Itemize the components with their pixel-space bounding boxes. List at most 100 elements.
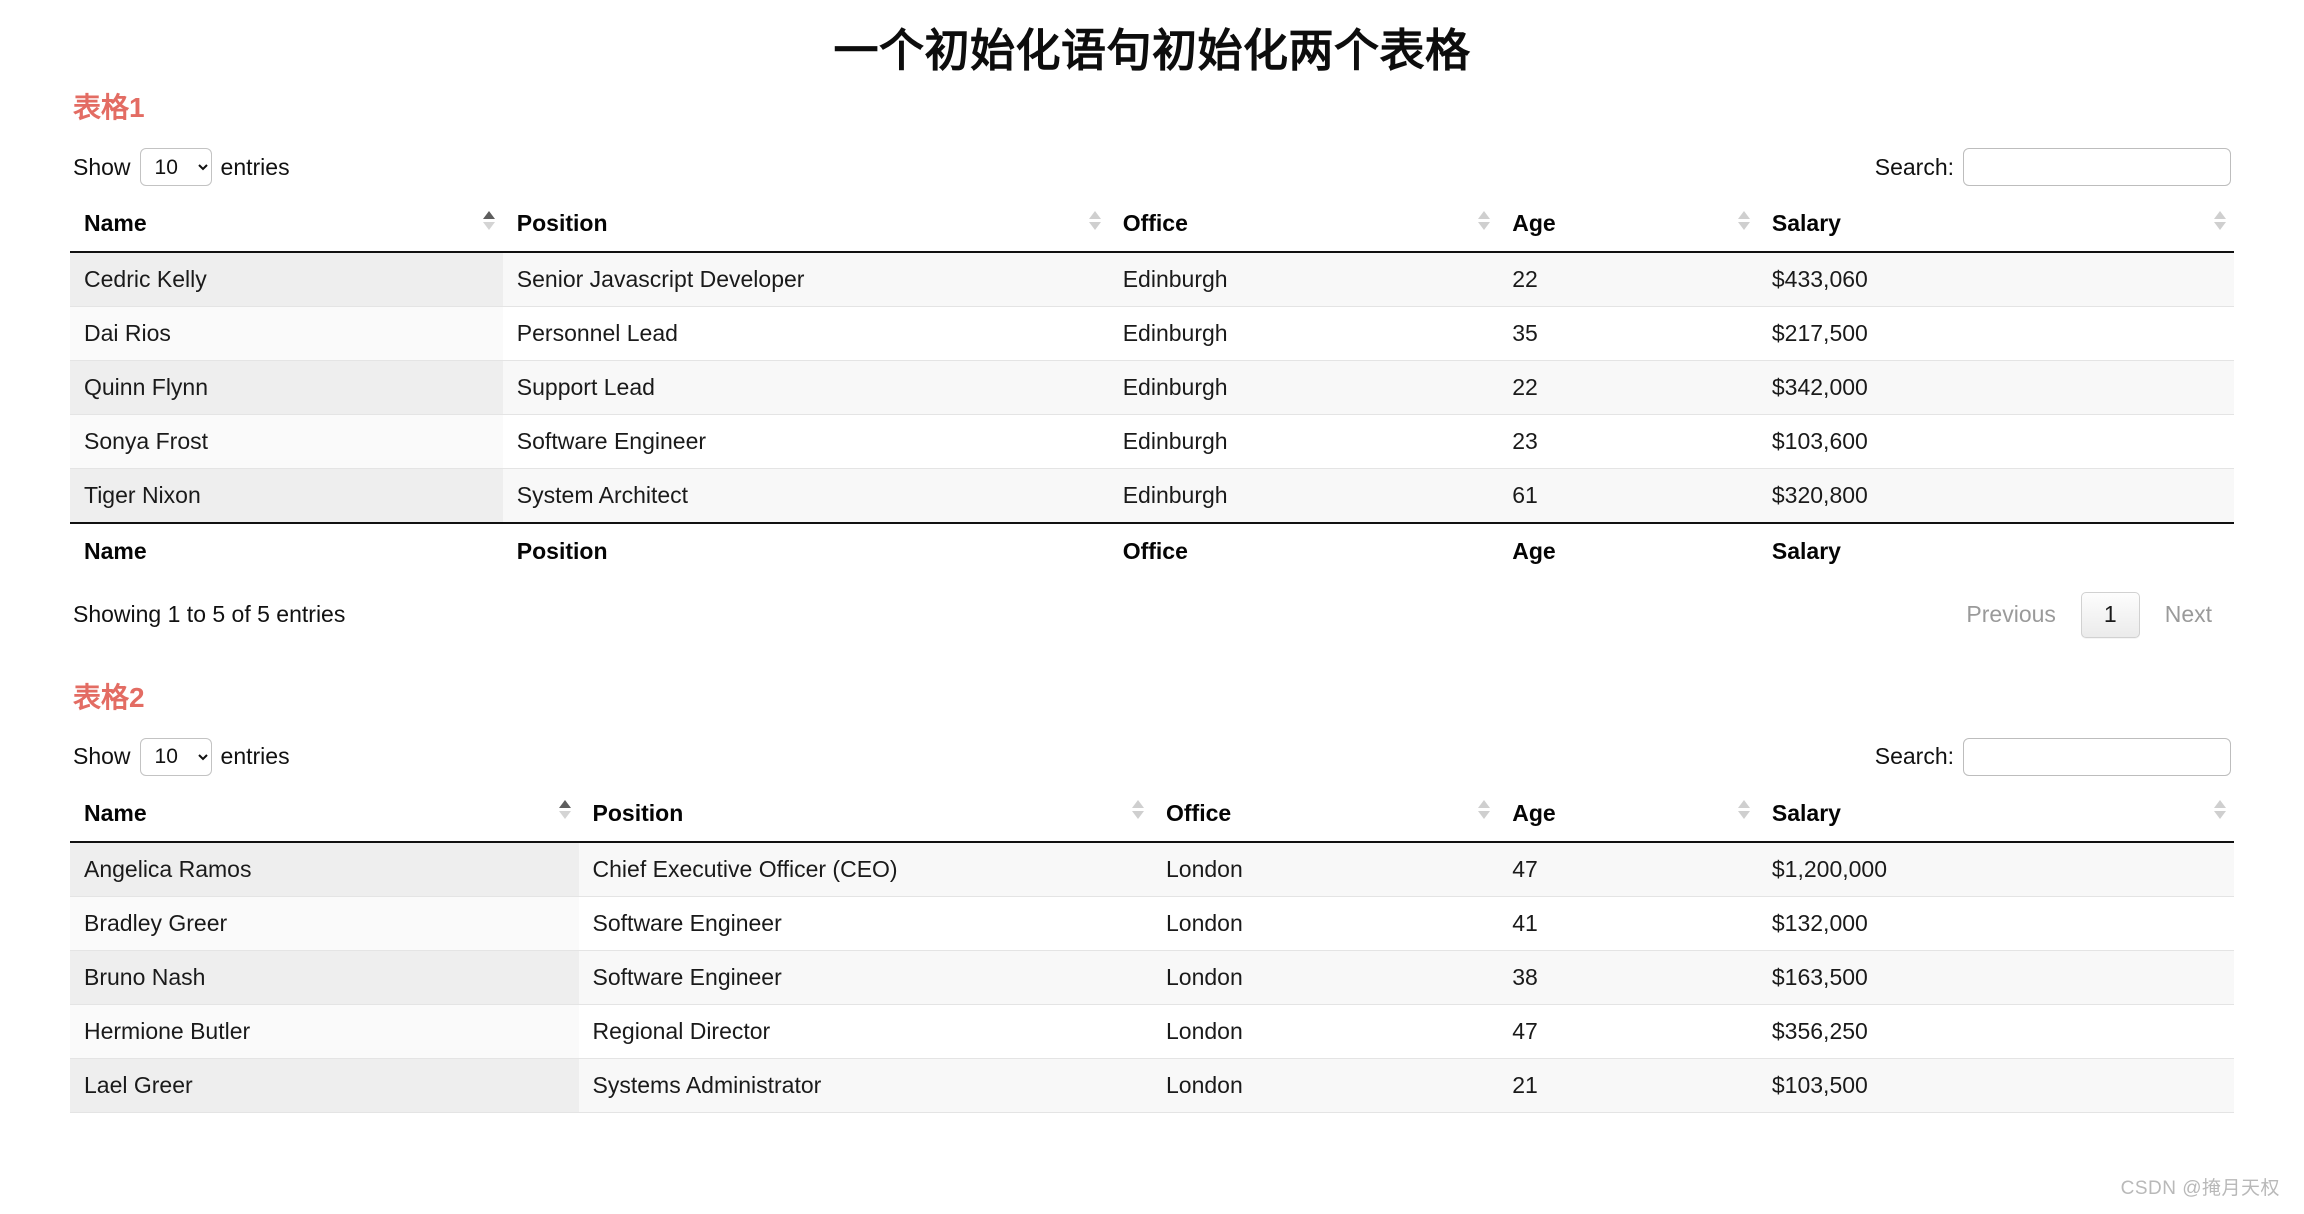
column-header-name-1[interactable]: Name (70, 198, 503, 253)
cell-age: 35 (1498, 306, 1758, 361)
footer-office-1: Office (1108, 522, 1499, 575)
cell-position: Support Lead (502, 360, 1109, 415)
cell-salary: $1,200,000 (1757, 841, 2234, 897)
cell-name: Quinn Flynn (70, 360, 503, 415)
footer-salary-1: Salary (1757, 522, 2234, 575)
search-control-1: Search: (1875, 148, 2231, 186)
datatable-footer-1: Showing 1 to 5 of 5 entries Previous 1 N… (70, 592, 2234, 638)
cell-age: 23 (1498, 414, 1758, 469)
column-label: Office (1165, 799, 1232, 826)
cell-position: Software Engineer (578, 949, 1152, 1005)
cell-office: Edinburgh (1108, 360, 1499, 415)
cell-age: 22 (1498, 251, 1758, 307)
table-head-2: Name Position Office Age Salary (70, 787, 2234, 843)
column-header-name-2[interactable]: Name (70, 787, 579, 843)
table-row: Sonya Frost Software Engineer Edinburgh … (70, 414, 2234, 469)
table-row: Angelica Ramos Chief Executive Officer (… (70, 841, 2234, 897)
cell-office: Edinburgh (1108, 468, 1499, 524)
cell-office: London (1151, 949, 1499, 1005)
sort-both-icon (1478, 800, 1491, 828)
cell-name: Dai Rios (70, 306, 503, 361)
cell-salary: $342,000 (1757, 360, 2234, 415)
sort-both-icon (1737, 210, 1750, 239)
cell-salary: $433,060 (1757, 251, 2234, 307)
data-table-2: Name Position Office Age Salary Angelica… (70, 787, 2234, 1113)
cell-age: 22 (1498, 360, 1758, 415)
entries-per-page-select-2[interactable]: 10 25 50 100 (139, 737, 212, 776)
sort-both-icon (1131, 800, 1144, 828)
column-label: Salary (1771, 799, 1841, 826)
section-heading-1: 表格1 (73, 92, 145, 123)
column-header-office-2[interactable]: Office (1151, 787, 1499, 843)
column-header-salary-1[interactable]: Salary (1757, 198, 2234, 253)
show-label-1: Show (73, 153, 131, 180)
cell-position: Chief Executive Officer (CEO) (578, 841, 1152, 897)
search-input-2[interactable] (1963, 737, 2231, 776)
search-label-2: Search: (1874, 743, 1954, 770)
cell-position: Senior Javascript Developer (502, 251, 1109, 307)
column-label: Age (1512, 210, 1556, 236)
table-section-2: 表格2 Show 10 25 50 100 entries Search: (70, 683, 2234, 1113)
cell-salary: $356,250 (1757, 1003, 2234, 1059)
cell-position: Systems Administrator (578, 1057, 1152, 1113)
cell-age: 41 (1498, 895, 1758, 951)
cell-office: Edinburgh (1108, 414, 1499, 469)
sort-ascending-icon (558, 800, 571, 828)
table-row: Bruno Nash Software Engineer London 38 $… (70, 949, 2234, 1005)
footer-name-1: Name (70, 522, 503, 575)
search-control-2: Search: (1874, 737, 2231, 776)
datatable-controls-2: Show 10 25 50 100 entries Search: (70, 737, 2234, 776)
sort-both-icon (1088, 210, 1101, 239)
cell-salary: $103,500 (1757, 1057, 2234, 1113)
cell-name: Hermione Butler (70, 1003, 579, 1059)
entries-label-1: entries (220, 153, 290, 180)
entries-label-2: entries (220, 743, 290, 770)
column-header-age-1[interactable]: Age (1498, 198, 1758, 253)
cell-name: Lael Greer (70, 1057, 579, 1113)
previous-page-button-1[interactable]: Previous (1947, 592, 2074, 638)
cell-name: Angelica Ramos (70, 841, 579, 897)
cell-office: Edinburgh (1108, 306, 1499, 361)
entries-per-page-select-1[interactable]: 10 25 50 100 (139, 148, 212, 186)
sort-both-icon (1737, 800, 1750, 828)
table-foot-1: Name Position Office Age Salary (70, 522, 2234, 575)
cell-salary: $320,800 (1757, 468, 2234, 524)
csdn-watermark: CSDN @掩月天权 (2120, 1178, 2280, 1199)
column-header-position-1[interactable]: Position (502, 198, 1109, 253)
page-root: 一个初始化语句初始化两个表格 表格1 Show 10 25 50 100 ent… (0, 0, 2304, 1214)
cell-office: London (1151, 1003, 1499, 1059)
column-header-age-2[interactable]: Age (1498, 787, 1758, 843)
search-input-1[interactable] (1963, 148, 2231, 186)
column-header-position-2[interactable]: Position (578, 787, 1152, 843)
table-info-1: Showing 1 to 5 of 5 entries (73, 601, 346, 628)
cell-name: Bruno Nash (70, 949, 579, 1005)
cell-office: London (1151, 895, 1499, 951)
pagination-1: Previous 1 Next (1947, 592, 2231, 638)
cell-position: Personnel Lead (502, 306, 1109, 361)
cell-position: Regional Director (578, 1003, 1152, 1059)
cell-age: 38 (1498, 949, 1758, 1005)
table-row: Dai Rios Personnel Lead Edinburgh 35 $21… (70, 306, 2234, 361)
column-header-salary-2[interactable]: Salary (1757, 787, 2234, 843)
cell-salary: $217,500 (1757, 306, 2234, 361)
table-row: Cedric Kelly Senior Javascript Developer… (70, 251, 2234, 307)
page-1-button[interactable]: 1 (2080, 592, 2140, 638)
sort-both-icon (1478, 210, 1491, 239)
search-label-1: Search: (1874, 153, 1954, 180)
table-footer-row-1: Name Position Office Age Salary (70, 522, 2234, 575)
table-row: Tiger Nixon System Architect Edinburgh 6… (70, 468, 2234, 524)
column-label: Salary (1771, 210, 1841, 236)
cell-position: Software Engineer (502, 414, 1109, 469)
table-row: Bradley Greer Software Engineer London 4… (70, 895, 2234, 951)
table-header-row-2: Name Position Office Age Salary (70, 787, 2234, 843)
table-body-2: Angelica Ramos Chief Executive Officer (… (70, 841, 2234, 1113)
cell-position: Software Engineer (578, 895, 1152, 951)
table-head-1: Name Position Office Age Salary (70, 198, 2234, 253)
column-header-office-1[interactable]: Office (1108, 198, 1499, 253)
cell-salary: $132,000 (1757, 895, 2234, 951)
next-page-button-1[interactable]: Next (2146, 592, 2231, 638)
data-table-1: Name Position Office Age Salary Cedric K… (70, 198, 2234, 575)
show-label-2: Show (73, 743, 131, 770)
cell-age: 61 (1498, 468, 1758, 524)
content-container: 表格1 Show 10 25 50 100 entries Search: (0, 94, 2304, 1113)
